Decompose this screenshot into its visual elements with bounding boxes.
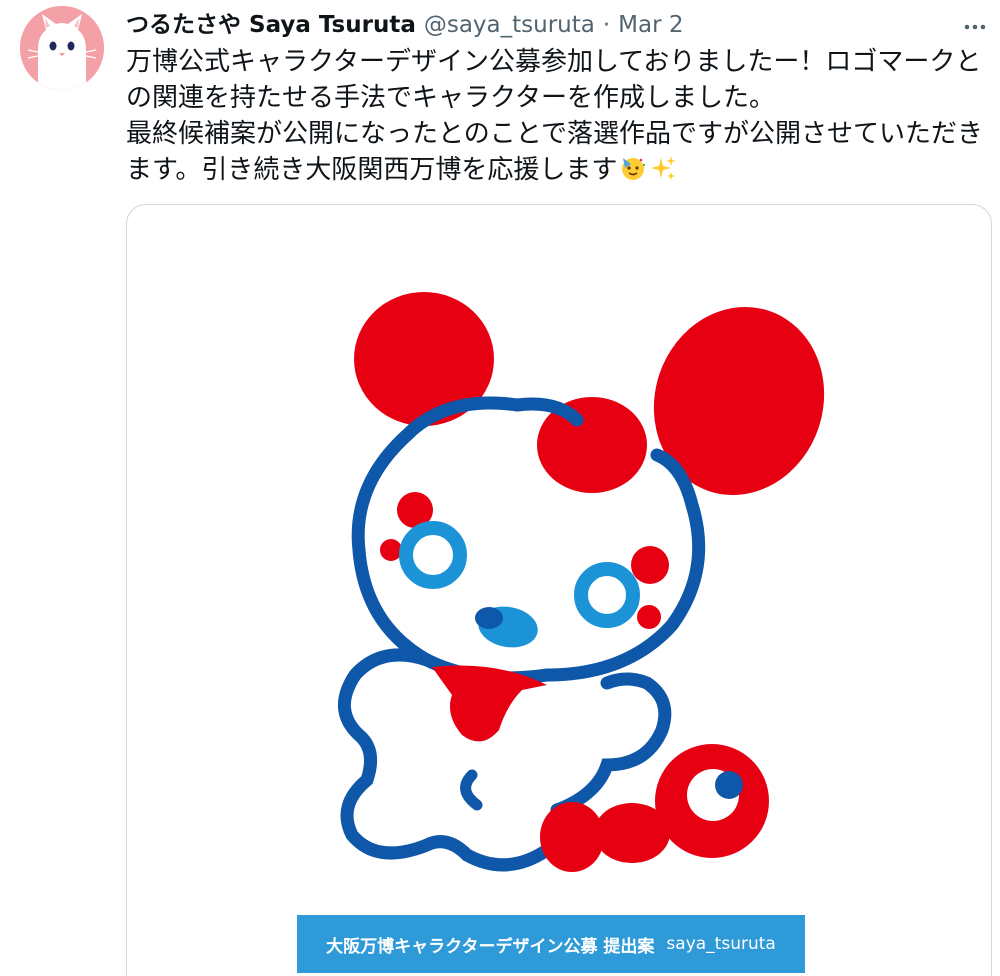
separator-dot: · (602, 12, 611, 38)
tweet-date[interactable]: Mar 2 (618, 8, 683, 42)
tweet-text-line: 最終候補案が公開になったとのことで落選作品ですが公開させていただき (126, 119, 983, 149)
tweet[interactable]: つるたさや Saya Tsuruta @saya_tsuruta · Mar 2… (0, 0, 1000, 976)
display-name[interactable]: つるたさや Saya Tsuruta (126, 8, 416, 42)
user-handle[interactable]: @saya_tsuruta (424, 8, 595, 42)
right-ear (653, 306, 825, 496)
tweet-media-image[interactable]: 大阪万博キャラクターデザイン公募 提出案 saya_tsuruta (126, 204, 992, 976)
tweet-text-line: 万博公式キャラクターデザイン公募参加しておりましたー！ロゴマークと (126, 47, 982, 77)
tweet-text-line: の関連を持たせる手法でキャラクターを作成しました。 (126, 83, 775, 113)
tweet-text: 万博公式キャラクターデザイン公募参加しておりましたー！ロゴマークと の関連を持た… (126, 44, 986, 188)
media-caption-bar: 大阪万博キャラクターデザイン公募 提出案 saya_tsuruta (297, 915, 805, 973)
cat-avatar-icon (20, 6, 104, 90)
body-outline-right (550, 672, 672, 817)
tweet-text-line: ます。引き続き大阪関西万博を応援します (126, 155, 618, 185)
more-horizontal-icon (964, 24, 986, 30)
more-options-button[interactable] (960, 12, 990, 42)
tweet-header: つるたさや Saya Tsuruta @saya_tsuruta · Mar 2 (126, 8, 684, 42)
avatar[interactable] (20, 6, 104, 90)
character-illustration (337, 292, 825, 872)
caption-title: 大阪万博キャラクターデザイン公募 提出案 (326, 936, 655, 957)
tweet-text-line-last: ます。引き続き大阪関西万博を応援します (126, 152, 986, 188)
sparkles-emoji-icon (651, 156, 677, 180)
caption-user-id: saya_tsuruta (666, 934, 776, 954)
partying-face-emoji-icon (622, 158, 646, 180)
